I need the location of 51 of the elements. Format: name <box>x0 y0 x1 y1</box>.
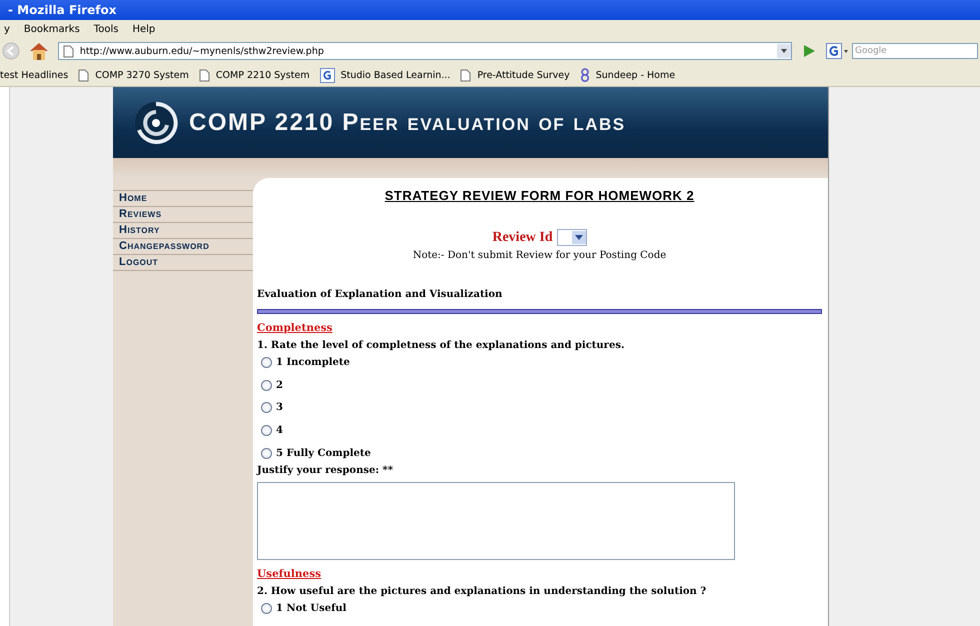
bookmark-link[interactable]: Pre-Attitude Survey <box>477 70 570 80</box>
page-icon <box>78 68 90 82</box>
question-text: 1. Rate the level of completness of the explanations and pictures. <box>257 340 626 351</box>
page-icon <box>460 68 472 82</box>
page-icon <box>198 68 210 82</box>
bookmark-link[interactable]: test Headlines <box>0 70 68 80</box>
banner-title: COMP 2210 Peer evaluation of labs <box>189 108 626 136</box>
bookmark-link[interactable]: COMP 3270 System <box>95 70 189 80</box>
radio-button[interactable] <box>261 602 272 614</box>
dropdown-icon[interactable] <box>572 231 586 244</box>
response-field[interactable] <box>257 482 735 560</box>
search-field[interactable]: Google <box>852 43 978 59</box>
field-label: Justify your response: ** <box>257 464 394 476</box>
figure-eight-icon <box>580 68 590 82</box>
option-label: 1 Incomplete <box>276 356 350 368</box>
url-text: http://www.auburn.edu/~mynenls/sthw2review.php <box>80 46 325 56</box>
option-label: 5 Fully Complete <box>276 448 371 460</box>
menu-item[interactable]: y <box>4 24 10 34</box>
review-id-select[interactable] <box>556 229 587 246</box>
menu-item[interactable]: Help <box>132 24 156 34</box>
option-label: 2 <box>276 380 283 391</box>
address-bar[interactable]: http://www.auburn.edu/~mynenls/sthw2review.php <box>58 42 792 60</box>
option-label: 1 Not Useful <box>276 602 346 614</box>
window-title: - Mozilla Firefox <box>8 3 117 17</box>
nav-link[interactable]: Logout <box>113 254 253 271</box>
swirl-logo <box>133 100 179 146</box>
field-label: Review Id <box>492 230 553 246</box>
radio-button[interactable] <box>261 356 272 368</box>
dropdown-icon[interactable] <box>777 44 792 58</box>
form-title: STRATEGY REVIEW FORM FOR HOMEWORK 2 <box>384 188 696 203</box>
google-icon <box>320 68 335 82</box>
section-heading: Evaluation of Explanation and Visualization <box>257 289 504 300</box>
radio-button[interactable] <box>261 425 272 436</box>
home-icon[interactable] <box>28 41 50 61</box>
note-text: Note:- Don't submit Review for your Posting Code <box>412 250 668 261</box>
page-icon <box>62 44 74 58</box>
question-heading: Usefulness <box>257 568 322 580</box>
menu-item[interactable]: Tools <box>94 24 118 34</box>
option-label: 4 <box>276 425 283 436</box>
nav-link[interactable]: Home <box>113 190 253 206</box>
radio-button[interactable] <box>261 380 272 391</box>
google-icon[interactable] <box>826 43 850 59</box>
bookmark-link[interactable]: COMP 2210 System <box>216 70 310 80</box>
radio-button[interactable] <box>261 402 272 414</box>
radio-button[interactable] <box>261 448 272 460</box>
question-text: 2. How useful are the pictures and explanations in understanding the solution ? <box>257 586 708 597</box>
bookmark-link[interactable]: Studio Based Learnin... <box>340 70 450 80</box>
menu-item[interactable]: Bookmarks <box>24 24 80 34</box>
question-heading: Completness <box>257 322 334 334</box>
bookmark-link[interactable]: Sundeep - Home <box>596 70 676 80</box>
option-label: 3 <box>276 402 283 414</box>
